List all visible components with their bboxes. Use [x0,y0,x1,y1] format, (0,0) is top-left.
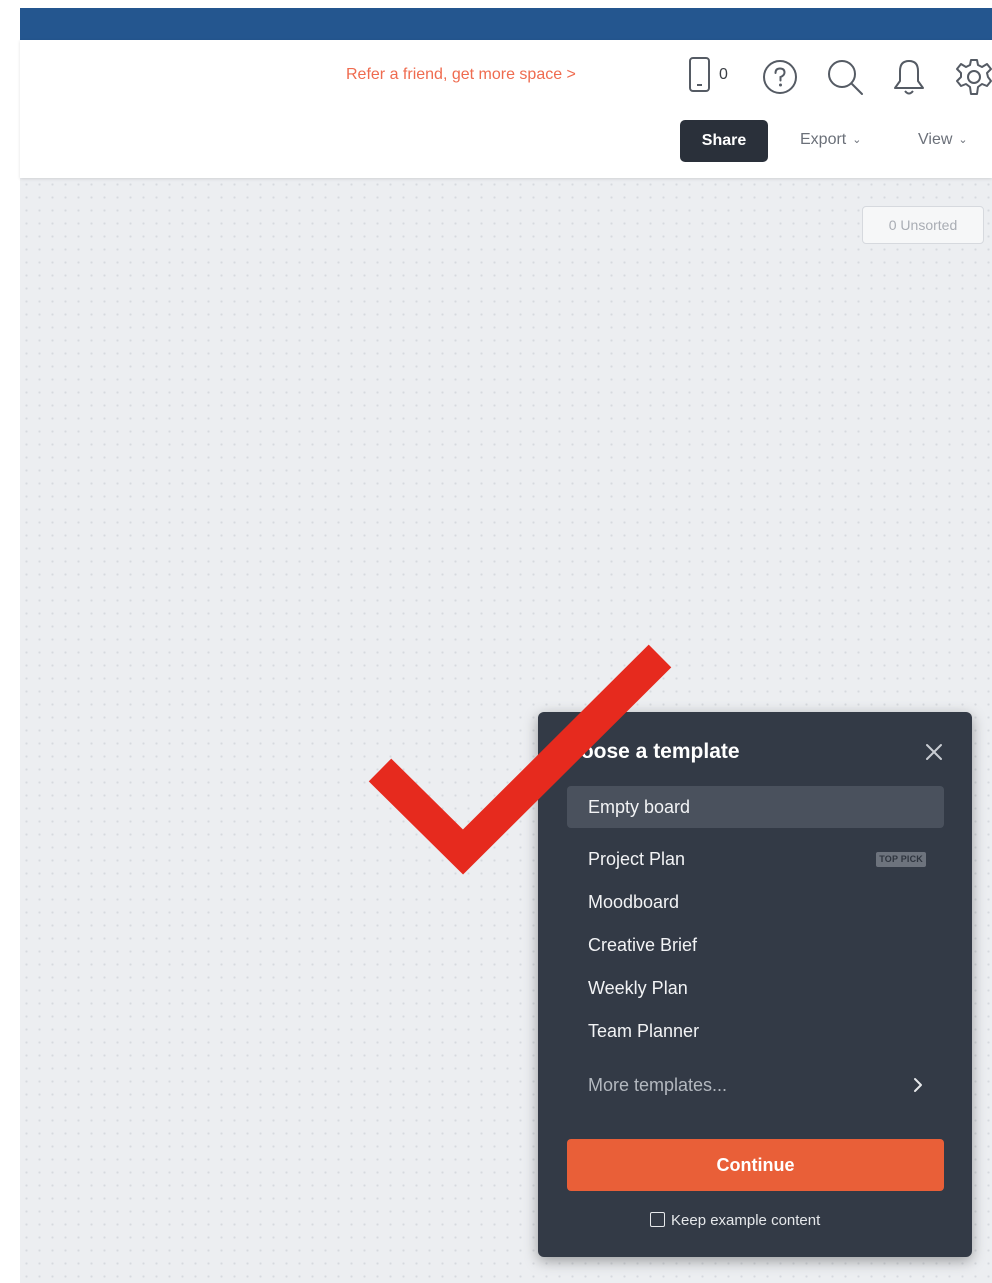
refer-friend-link[interactable]: Refer a friend, get more space > [346,66,576,84]
keep-example-content-option[interactable]: Keep example content [650,1210,820,1232]
keep-example-label: Keep example content [671,1212,821,1229]
template-item-label: Empty board [588,797,691,817]
more-templates-link[interactable]: More templates... [588,1070,924,1100]
device-count: 0 [719,66,728,83]
continue-button[interactable]: Continue [567,1139,944,1191]
more-templates-label: More templates... [588,1075,728,1095]
template-item-project-plan[interactable]: Project Plan TOP PICK [567,838,944,881]
template-list: Empty board Project Plan TOP PICK Moodbo… [567,786,944,1053]
chevron-down-icon: ⌄ [852,134,862,146]
template-item-weekly-plan[interactable]: Weekly Plan [567,967,944,1010]
export-label: Export [800,131,847,148]
close-icon[interactable] [924,742,944,762]
template-item-moodboard[interactable]: Moodboard [567,881,944,924]
template-item-empty-board[interactable]: Empty board [567,786,944,828]
template-item-label: Project Plan [588,849,686,869]
template-item-label: Moodboard [588,892,680,912]
view-menu[interactable]: View ⌄ [918,131,968,149]
top-pick-badge: TOP PICK [876,852,926,867]
template-item-label: Creative Brief [588,935,698,955]
bell-icon[interactable] [890,57,928,97]
template-chooser-panel: hoose a template Empty board Project Pla… [538,712,972,1257]
view-label: View [918,131,953,148]
search-icon[interactable] [825,57,865,97]
device-icon[interactable] [687,56,713,94]
export-menu[interactable]: Export ⌄ [800,131,861,149]
panel-title: hoose a template [568,740,740,763]
unsorted-badge[interactable]: 0 Unsorted [862,206,984,244]
app-header: Refer a friend, get more space > 0 Share… [20,40,992,178]
top-bar [20,8,992,40]
template-item-label: Team Planner [588,1021,700,1041]
template-item-team-planner[interactable]: Team Planner [567,1010,944,1053]
keep-example-checkbox[interactable] [650,1212,665,1227]
chevron-right-icon [914,1078,922,1092]
chevron-down-icon: ⌄ [958,134,968,146]
share-button[interactable]: Share [680,120,768,162]
template-item-creative-brief[interactable]: Creative Brief [567,924,944,967]
help-icon[interactable] [761,58,799,96]
template-item-label: Weekly Plan [588,978,688,998]
gear-icon[interactable] [954,57,992,97]
